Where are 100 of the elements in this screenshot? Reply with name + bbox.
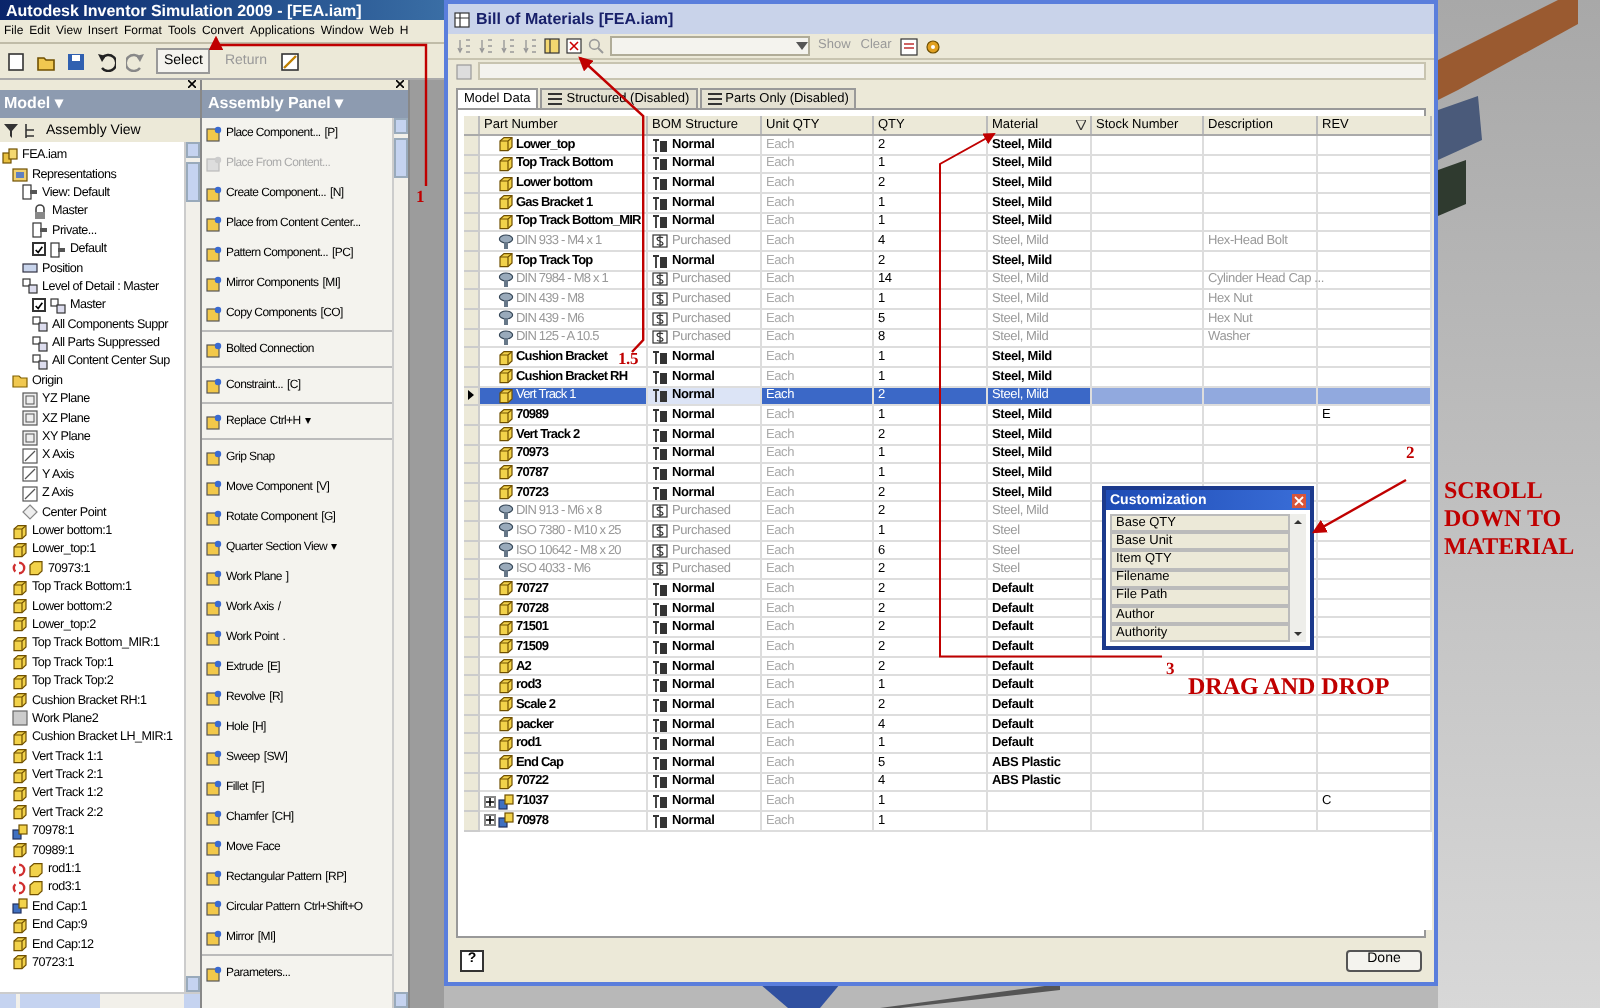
scrollbar[interactable] xyxy=(184,142,200,992)
checkbox[interactable] xyxy=(32,242,46,257)
checkbox[interactable] xyxy=(32,298,46,313)
command-icon xyxy=(206,749,222,765)
structure-icon xyxy=(652,794,668,809)
lock-icon xyxy=(32,203,48,220)
sort-icon[interactable] xyxy=(522,38,538,54)
cube-icon xyxy=(498,484,514,501)
structure-icon xyxy=(652,388,668,403)
structure-icon xyxy=(652,678,668,693)
command-icon xyxy=(206,629,222,645)
annotation-note: DRAG AND DROP xyxy=(1188,672,1390,700)
command-icon xyxy=(206,215,222,231)
scrollbar[interactable] xyxy=(392,118,408,1008)
structure-icon xyxy=(652,176,668,191)
filter-dropdown[interactable] xyxy=(610,36,810,56)
boxes-icon xyxy=(22,278,38,295)
plane-icon xyxy=(12,710,28,727)
scroll-up-icon[interactable] xyxy=(1290,514,1306,530)
structure-icon xyxy=(652,427,668,442)
command-icon xyxy=(206,155,222,171)
filter-icon[interactable] xyxy=(4,123,18,137)
command-icon xyxy=(206,965,222,981)
export-icon[interactable] xyxy=(899,37,918,55)
sort-icon[interactable] xyxy=(478,38,494,54)
caret-icon xyxy=(796,42,808,50)
row-header[interactable] xyxy=(464,387,480,407)
point-icon xyxy=(22,504,38,521)
structure-icon xyxy=(652,736,668,751)
structure-icon xyxy=(652,620,668,635)
command-icon xyxy=(206,413,222,429)
structure-icon xyxy=(652,601,668,616)
command-icon xyxy=(206,689,222,705)
command-icon xyxy=(206,341,222,357)
dollar-icon xyxy=(652,234,668,249)
filter-icon[interactable] xyxy=(566,38,582,54)
structure-icon xyxy=(652,697,668,712)
cube-icon xyxy=(498,580,514,597)
command-icon xyxy=(206,509,222,525)
command-icon xyxy=(206,125,222,141)
structure-icon xyxy=(652,717,668,732)
structure-icon xyxy=(652,137,668,152)
structure-icon xyxy=(652,156,668,171)
annotation-arrow xyxy=(1311,478,1407,534)
dollar-icon xyxy=(652,543,668,558)
assembly-icon xyxy=(12,898,28,915)
redo-icon[interactable] xyxy=(126,51,146,71)
tree-icon[interactable] xyxy=(24,123,40,137)
command-icon xyxy=(206,659,222,675)
command-icon xyxy=(206,779,222,795)
command-icon xyxy=(206,275,222,291)
scrollbar[interactable] xyxy=(0,992,200,1008)
dollar-icon xyxy=(652,523,668,538)
window-title: Autodesk Inventor Simulation 2009 - [FEA.iam] xyxy=(6,1,362,19)
command-icon xyxy=(206,185,222,201)
close-icon[interactable] xyxy=(188,80,196,88)
save-icon[interactable] xyxy=(66,51,86,71)
adaptive-cube-icon xyxy=(12,861,44,878)
columns-icon[interactable] xyxy=(544,38,560,54)
command-icon xyxy=(206,245,222,261)
sort-icon[interactable] xyxy=(500,38,516,54)
expand-toggle[interactable] xyxy=(484,814,496,827)
command-icon xyxy=(206,869,222,885)
search-icon[interactable] xyxy=(588,38,604,54)
gear-icon[interactable] xyxy=(923,37,942,55)
position-icon xyxy=(22,260,38,277)
step-number: 1 xyxy=(416,188,425,204)
annotation-note: SCROLL DOWN TO MATERIAL xyxy=(1444,476,1577,560)
structure-icon xyxy=(652,408,668,423)
list-icon xyxy=(548,92,563,106)
close-icon[interactable] xyxy=(396,80,404,88)
dollar-icon xyxy=(652,504,668,519)
command-icon xyxy=(206,899,222,915)
dollar-icon xyxy=(652,272,668,287)
command-icon xyxy=(206,929,222,945)
dollar-icon xyxy=(652,311,668,326)
command-icon xyxy=(206,809,222,825)
dollar-icon xyxy=(652,562,668,577)
expand-toggle[interactable] xyxy=(484,795,496,808)
structure-icon xyxy=(652,813,668,828)
command-icon xyxy=(206,599,222,615)
assembly-icon xyxy=(2,147,18,164)
structure-icon xyxy=(652,659,668,674)
input-field[interactable] xyxy=(478,62,1426,80)
filter-icon[interactable] xyxy=(1076,120,1086,130)
structure-icon xyxy=(652,369,668,384)
undo-icon[interactable] xyxy=(96,51,116,71)
sketch-icon[interactable] xyxy=(280,51,301,71)
command-icon xyxy=(206,479,222,495)
new-file-icon[interactable] xyxy=(6,51,26,71)
bolt-icon xyxy=(498,271,514,288)
list-icon xyxy=(707,92,722,106)
open-folder-icon[interactable] xyxy=(36,51,56,71)
structure-icon xyxy=(652,639,668,654)
scrollbar[interactable] xyxy=(1290,514,1306,643)
sort-icon[interactable] xyxy=(456,38,472,54)
folder-icon xyxy=(12,166,28,183)
step-number: 2 xyxy=(1406,444,1415,460)
structure-icon xyxy=(652,350,668,365)
command-icon xyxy=(206,377,222,393)
